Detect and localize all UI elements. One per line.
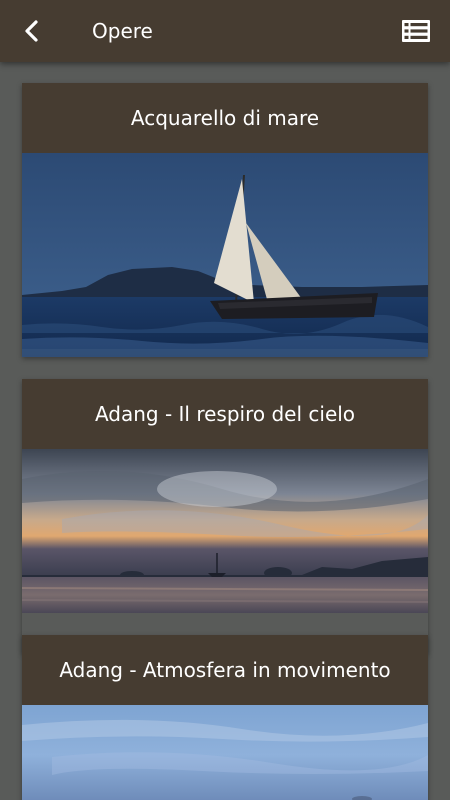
- artwork-image-blue-sky[interactable]: [22, 705, 428, 800]
- artwork-card-header: Adang - Il respiro del cielo: [22, 379, 428, 449]
- list-view-button[interactable]: [398, 14, 434, 48]
- artwork-image-sunset[interactable]: [22, 449, 428, 653]
- artwork-list[interactable]: Acquarello di mare Adang - Il respiro de…: [0, 62, 450, 800]
- blue-sky-clouds-photo: [22, 705, 428, 800]
- artwork-title: Adang - Il respiro del cielo: [94, 402, 356, 426]
- artwork-title: Acquarello di mare: [130, 106, 320, 130]
- app-bar: Opere: [0, 0, 450, 62]
- list-view-icon: [402, 20, 430, 42]
- artwork-card[interactable]: Adang - Atmosfera in movimento: [22, 635, 428, 800]
- artwork-image-sailboat[interactable]: [22, 153, 428, 357]
- artwork-card-header: Adang - Atmosfera in movimento: [22, 635, 428, 705]
- sailboat-at-dusk-photo: [22, 153, 428, 357]
- artwork-card-header: Acquarello di mare: [22, 83, 428, 153]
- page-title: Opere: [92, 19, 153, 43]
- artwork-card[interactable]: Adang - Il respiro del cielo: [22, 379, 428, 653]
- sunset-sea-clouds-photo: [22, 449, 428, 613]
- artwork-card[interactable]: Acquarello di mare: [22, 83, 428, 357]
- back-button[interactable]: [14, 13, 50, 49]
- chevron-left-icon: [25, 20, 38, 42]
- artwork-title: Adang - Atmosfera in movimento: [59, 658, 391, 682]
